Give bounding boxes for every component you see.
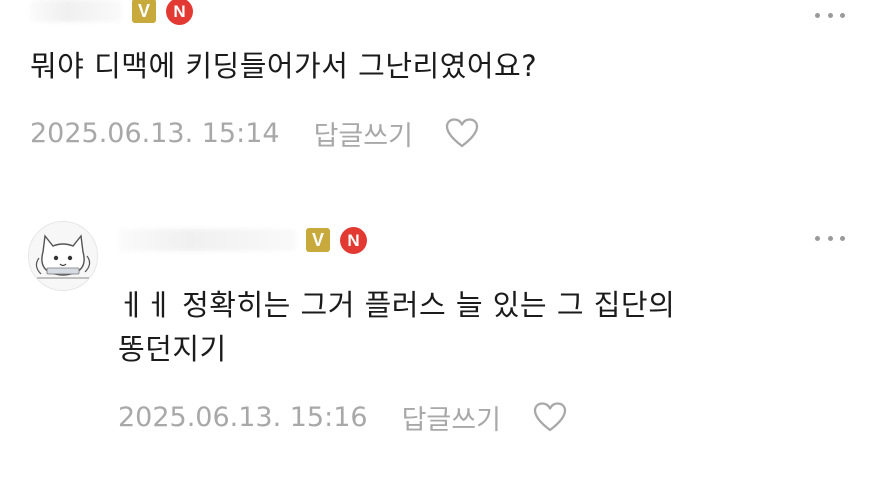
comment-timestamp: 2025.06.13. 15:14 (30, 117, 280, 149)
reply-button[interactable]: 답글쓰기 (402, 398, 501, 437)
new-badge: N (166, 0, 193, 25)
comment-author-row: V N (30, 0, 193, 26)
reply-button[interactable]: 답글쓰기 (314, 114, 413, 153)
verified-badge: V (132, 0, 156, 23)
new-badge: N (340, 226, 367, 254)
comment-author-row: V N (118, 225, 367, 255)
comment-meta: 2025.06.13. 15:14 답글쓰기 (30, 113, 479, 153)
more-dots-icon[interactable] (815, 233, 845, 243)
comment-item: V N 뭐야 디맥에 키딩들어가서 그난리였어요? 2025.06.13. 15… (0, 0, 871, 190)
comment-text: 뭐야 디맥에 키딩들어가서 그난리였어요? (30, 49, 538, 83)
more-dots-icon[interactable] (815, 10, 845, 20)
author-nickname-redacted[interactable] (30, 0, 122, 22)
cat-avatar-icon[interactable] (28, 221, 98, 291)
heart-icon[interactable] (445, 117, 479, 149)
comment-thread: V N 뭐야 디맥에 키딩들어가서 그난리였어요? 2025.06.13. 15… (0, 0, 871, 503)
verified-badge: V (306, 228, 330, 252)
comment-meta: 2025.06.13. 15:16 답글쓰기 (118, 397, 567, 437)
heart-icon[interactable] (533, 401, 567, 433)
author-nickname-redacted[interactable] (118, 229, 296, 251)
comment-item: V N ㅔㅔ 정확히는 그거 플러스 늘 있는 그 집단의 똥던지기 2025.… (0, 195, 871, 495)
comment-text: ㅔㅔ 정확히는 그거 플러스 늘 있는 그 집단의 똥던지기 (118, 288, 676, 366)
comment-timestamp: 2025.06.13. 15:16 (118, 401, 368, 433)
